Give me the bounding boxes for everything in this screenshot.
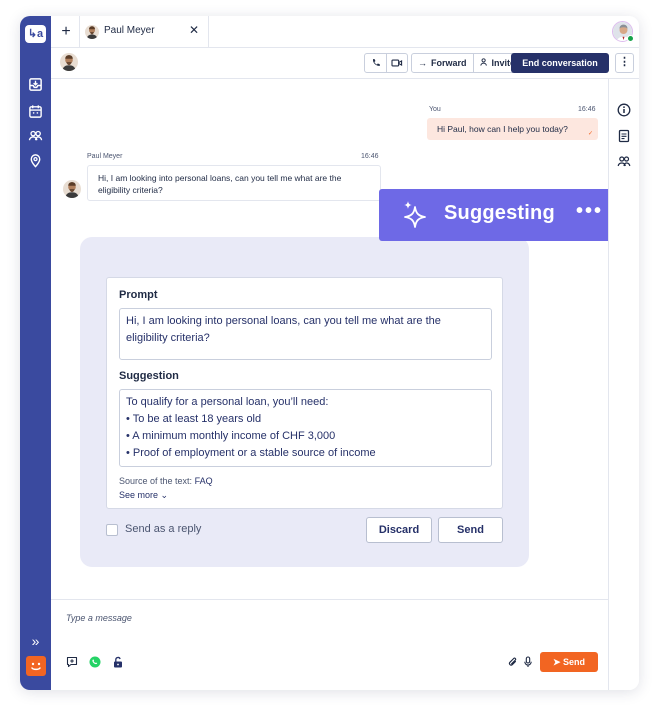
incoming-message: Hi, I am looking into personal loans, ca…	[87, 165, 381, 201]
chat-area: You 16:46 Hi Paul, how can I help you to…	[51, 79, 608, 599]
tab-bar: + Paul Meyer ✕	[51, 16, 639, 48]
avatar[interactable]	[60, 53, 78, 71]
unlock-icon[interactable]	[112, 656, 124, 668]
forward-invite-group: → Forward Invite	[411, 53, 523, 73]
send-as-reply-label[interactable]: Send as a reply	[125, 523, 201, 535]
source-link[interactable]: FAQ	[195, 476, 213, 486]
message-sender: Paul Meyer	[87, 153, 123, 160]
message-time: 16:46	[361, 153, 379, 160]
notes-icon[interactable]	[617, 129, 631, 143]
source-text: Source of the text: FAQ	[119, 476, 213, 486]
paperclip-icon[interactable]	[507, 656, 519, 668]
suggesting-label: Suggesting	[444, 202, 555, 224]
add-user-icon	[479, 58, 488, 68]
whatsapp-icon[interactable]	[89, 656, 101, 668]
calendar-icon[interactable]	[28, 104, 43, 119]
microphone-icon[interactable]	[522, 656, 534, 668]
arrow-right-icon: →	[418, 58, 427, 68]
suggestion-field[interactable]: To qualify for a personal loan, you’ll n…	[119, 389, 492, 467]
divider	[208, 16, 209, 48]
avatar	[85, 25, 99, 39]
send-message-button[interactable]: ➤ Send	[540, 652, 598, 672]
app-logo[interactable]: ↳a	[25, 25, 46, 43]
phone-icon[interactable]	[365, 54, 386, 72]
users-icon[interactable]	[617, 154, 631, 168]
suggestion-line: • Proof of employment or a stable source…	[126, 447, 376, 459]
read-receipt-icon: ✓	[587, 131, 593, 137]
suggesting-badge: Suggesting •••	[379, 189, 629, 241]
loading-dots: •••	[576, 200, 604, 222]
app-window: ↳a » + Paul Meyer ✕ → Forward Invite End…	[20, 16, 639, 690]
conversation-toolbar: → Forward Invite End conversation ⋮	[51, 48, 639, 79]
see-more-link[interactable]: See more ⌄	[119, 490, 168, 501]
suggestion-panel: Prompt Hi, I am looking into personal lo…	[80, 237, 529, 567]
message-text: Hi, I am looking into personal loans, ca…	[98, 173, 342, 195]
location-icon[interactable]	[28, 153, 43, 168]
double-chevron-right-icon[interactable]: »	[28, 633, 43, 649]
send-as-reply-checkbox[interactable]	[106, 524, 118, 536]
user-menu-avatar[interactable]	[26, 656, 46, 676]
suggestion-card: Prompt Hi, I am looking into personal lo…	[106, 277, 503, 509]
prompt-field[interactable]: Hi, I am looking into personal loans, ca…	[119, 308, 492, 360]
close-icon[interactable]: ✕	[189, 23, 199, 37]
forward-label: Forward	[431, 58, 467, 68]
suggestion-line: • To be at least 18 years old	[126, 413, 262, 425]
right-sidebar	[608, 79, 639, 690]
message-time: 16:46	[578, 106, 596, 113]
message-composer: Type a message ➤ Send	[51, 599, 608, 690]
video-icon[interactable]	[386, 54, 407, 72]
suggestion-label: Suggestion	[119, 370, 179, 382]
source-label: Source of the text:	[119, 476, 193, 486]
discard-button[interactable]: Discard	[366, 517, 432, 543]
message-input[interactable]: Type a message	[66, 613, 132, 623]
forward-button[interactable]: → Forward	[412, 54, 473, 72]
outgoing-message: Hi Paul, how can I help you today? ✓	[427, 118, 598, 140]
online-status-indicator	[627, 35, 634, 42]
info-icon[interactable]	[617, 103, 631, 117]
suggestion-line: To qualify for a personal loan, you’ll n…	[126, 396, 329, 408]
call-button-group	[364, 53, 408, 73]
message-text: Hi Paul, how can I help you today?	[437, 124, 568, 134]
divider	[79, 16, 80, 48]
prompt-label: Prompt	[119, 289, 158, 301]
tab-paul-meyer[interactable]: Paul Meyer	[104, 25, 155, 36]
send-label: Send	[563, 657, 586, 667]
sparkles-icon	[404, 201, 426, 228]
more-vertical-icon[interactable]: ⋮	[615, 53, 634, 73]
message-sender: You	[429, 106, 441, 113]
end-conversation-button[interactable]: End conversation	[511, 53, 609, 73]
send-icon: ➤	[552, 657, 561, 667]
inbox-icon[interactable]	[28, 77, 43, 92]
avatar	[63, 180, 81, 198]
send-suggestion-button[interactable]: Send	[438, 517, 503, 543]
plus-icon[interactable]: +	[59, 23, 73, 41]
users-icon[interactable]	[28, 128, 43, 143]
add-comment-icon[interactable]	[66, 656, 78, 668]
suggestion-line: • A minimum monthly income of CHF 3,000	[126, 430, 336, 442]
left-sidebar: ↳a »	[20, 16, 51, 690]
